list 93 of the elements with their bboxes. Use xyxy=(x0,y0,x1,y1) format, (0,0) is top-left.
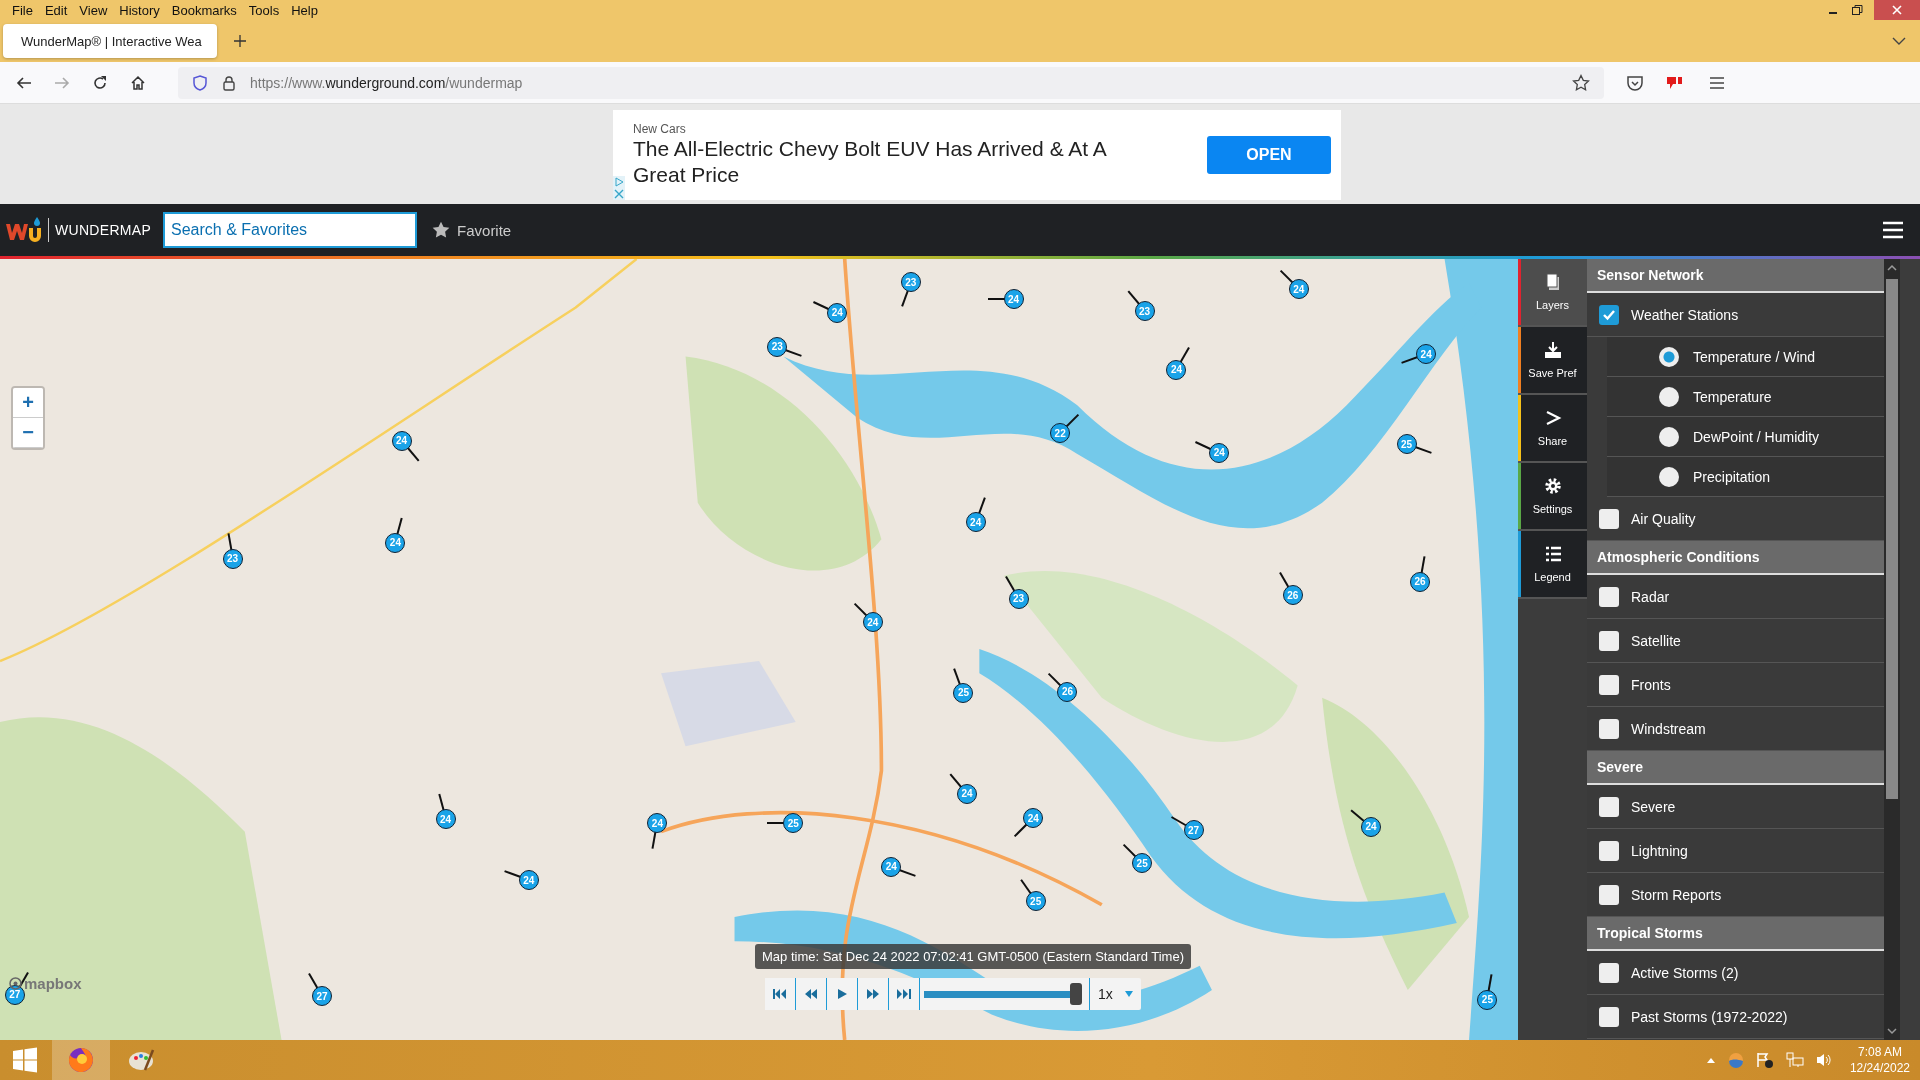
checkbox[interactable] xyxy=(1599,630,1619,651)
back-icon[interactable] xyxy=(16,74,32,91)
layer-option[interactable]: Satellite xyxy=(1587,619,1884,663)
checkbox[interactable] xyxy=(1599,586,1619,607)
radio-button[interactable] xyxy=(1659,386,1679,407)
skip-end-icon xyxy=(897,988,911,1000)
slider-handle[interactable] xyxy=(1070,983,1083,1005)
rewind-icon xyxy=(804,988,818,1000)
menu-item[interactable]: History xyxy=(113,2,166,18)
layer-option[interactable]: Severe xyxy=(1587,785,1884,829)
clock[interactable]: 7:08 AM 12/24/2022 xyxy=(1849,1044,1910,1076)
menu-item[interactable]: Edit xyxy=(38,2,74,18)
brand-name[interactable]: WUNDERMAP xyxy=(55,222,152,238)
layer-option[interactable]: Active Storms (2) xyxy=(1587,951,1884,995)
checkbox[interactable] xyxy=(1599,1006,1619,1027)
radio-button[interactable] xyxy=(1659,346,1679,367)
side-tab[interactable]: Save Pref xyxy=(1518,327,1587,395)
ad-label: New Cars xyxy=(633,122,687,136)
radio-button[interactable] xyxy=(1659,426,1679,447)
caret-up-icon[interactable] xyxy=(1705,1056,1716,1064)
windows-logo-icon[interactable] xyxy=(12,1047,38,1073)
menu-item[interactable]: Help xyxy=(285,2,324,18)
checkbox[interactable] xyxy=(1599,840,1619,861)
checkbox[interactable] xyxy=(1599,304,1619,325)
browser-tab[interactable]: WunderMap® | Interactive Wea xyxy=(3,24,217,58)
close-button[interactable] xyxy=(1874,0,1920,20)
layer-option[interactable]: Radar xyxy=(1587,575,1884,619)
address-bar[interactable]: https://www.wunderground.com/wundermap xyxy=(178,66,1604,99)
caret-down-icon xyxy=(1125,991,1133,997)
layer-option[interactable]: Precipitation xyxy=(1607,457,1884,497)
shield-icon xyxy=(192,74,208,91)
play-icon xyxy=(836,988,848,1000)
layer-option[interactable]: Temperature / Wind xyxy=(1607,337,1884,377)
close-icon xyxy=(1891,4,1903,16)
layer-option[interactable]: Past Storms (1972-2022) xyxy=(1587,995,1884,1039)
restore-icon[interactable] xyxy=(1850,3,1864,17)
menu-item[interactable]: View xyxy=(73,2,114,18)
zoom-out-button[interactable]: − xyxy=(13,418,43,448)
lock-icon xyxy=(222,74,236,91)
checkbox[interactable] xyxy=(1599,674,1619,695)
side-tab[interactable]: Share xyxy=(1518,395,1587,463)
section-header: Atmospheric Conditions xyxy=(1587,541,1884,575)
scrollbar[interactable] xyxy=(1884,259,1900,1040)
section-header: Tropical Storms xyxy=(1587,917,1884,951)
scroll-up-icon[interactable] xyxy=(1885,263,1899,273)
chevron-down-icon[interactable] xyxy=(1892,36,1906,46)
layer-option[interactable]: Lightning xyxy=(1587,829,1884,873)
section-header: Sensor Network xyxy=(1587,259,1884,293)
new-tab-icon[interactable] xyxy=(233,34,247,48)
radio-button[interactable] xyxy=(1659,466,1679,487)
checkbox[interactable] xyxy=(1599,718,1619,739)
logo-icon[interactable] xyxy=(4,216,44,244)
side-tab[interactable]: Layers xyxy=(1518,259,1587,327)
firefox-icon xyxy=(67,1046,95,1074)
map-time-label: Map time: Sat Dec 24 2022 07:02:41 GMT-0500 (Eastern Standard Time) xyxy=(755,944,1191,969)
star-icon xyxy=(431,220,452,240)
star-icon[interactable] xyxy=(1572,73,1590,92)
time-slider[interactable] xyxy=(924,982,1081,1006)
menu-item[interactable]: File xyxy=(6,2,39,18)
checkbox[interactable] xyxy=(1599,796,1619,817)
checkbox[interactable] xyxy=(1599,884,1619,905)
speaker-icon[interactable] xyxy=(1815,1052,1832,1068)
settings-icon xyxy=(1543,477,1562,495)
list-icon xyxy=(1543,545,1562,563)
menu-icon[interactable] xyxy=(1882,221,1904,239)
layer-option[interactable]: Temperature xyxy=(1607,377,1884,417)
ad-headline[interactable]: The All-Electric Chevy Bolt EUV Has Arrived & At A Great Price xyxy=(633,136,1138,188)
menu-item[interactable]: Bookmarks xyxy=(165,2,243,18)
side-tab[interactable]: Legend xyxy=(1518,531,1587,599)
side-tab[interactable]: Settings xyxy=(1518,463,1587,531)
flag-icon[interactable] xyxy=(1755,1052,1774,1068)
fast-forward-icon xyxy=(866,988,880,1000)
firefox-taskbar-button[interactable] xyxy=(52,1040,110,1080)
favorite-button[interactable]: Favorite xyxy=(431,220,512,240)
reload-icon[interactable] xyxy=(92,74,108,91)
layer-option[interactable]: DewPoint / Humidity xyxy=(1607,417,1884,457)
speed-dropdown[interactable]: 1x xyxy=(1089,978,1141,1010)
search-field[interactable]: Search & Favorites xyxy=(163,212,418,248)
skip-back-button[interactable] xyxy=(765,978,796,1010)
ad-banner[interactable]: New Cars The All-Electric Chevy Bolt EUV Has Arrived & At A Great Price OPEN xyxy=(613,110,1341,200)
pocket-icon[interactable] xyxy=(1626,73,1644,92)
checkbox[interactable] xyxy=(1599,508,1619,529)
open-button[interactable]: OPEN xyxy=(1207,136,1331,174)
layer-option[interactable]: Fronts xyxy=(1587,663,1884,707)
home-icon[interactable] xyxy=(130,74,146,91)
menu-item[interactable]: Tools xyxy=(242,2,286,18)
skip-back-icon xyxy=(773,988,787,1000)
url-text: https://www.wunderground.com/wundermap xyxy=(250,74,523,91)
section-header: Severe xyxy=(1587,751,1884,785)
download-icon xyxy=(1543,341,1562,359)
checkbox[interactable] xyxy=(1599,962,1619,983)
zoom-in-button[interactable]: + xyxy=(13,388,43,418)
scroll-down-icon[interactable] xyxy=(1885,1026,1899,1036)
